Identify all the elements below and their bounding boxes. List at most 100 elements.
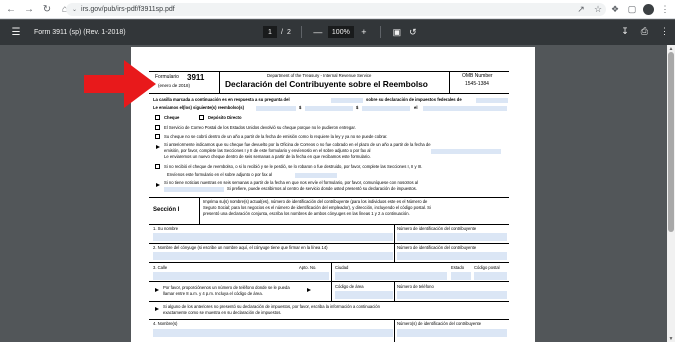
area-code-label: Código de área [335, 284, 364, 289]
phone-number-field[interactable] [397, 291, 507, 299]
share-icon[interactable]: ↗ [575, 2, 587, 16]
direct-deposit-checkbox[interactable] [199, 115, 204, 120]
zoom-input[interactable]: 100% [327, 26, 354, 38]
back-arrow-icon[interactable]: ← [4, 2, 18, 16]
date-field-2[interactable] [423, 106, 507, 111]
arrow-marker [156, 183, 160, 187]
id-field-4[interactable] [397, 329, 507, 337]
form-number: 3911 [187, 73, 205, 82]
star-icon[interactable]: ☆ [592, 2, 604, 16]
scroll-up-icon[interactable]: ▲ [668, 46, 674, 52]
profile-avatar[interactable] [643, 3, 654, 15]
browser-toolbar: ← → ↻ ⌂ ⌄ irs.gov/pub/irs-pdf/f3911sp.pd… [0, 0, 675, 19]
pdf-toolbar: ☰ Form 3911 (sp) (Rev. 1-2018) 1 / 2 — 1… [0, 20, 675, 45]
fax-field-2[interactable] [295, 173, 337, 178]
rule [394, 319, 395, 342]
phone-text-b: llamar entre 8 a.m. y 4 p.m. Incluya el … [163, 291, 263, 296]
dollar-sign: $ [299, 105, 302, 110]
spouse-name-field[interactable] [153, 252, 393, 260]
street-label: 3. Calle [153, 265, 168, 270]
names-field[interactable] [153, 329, 393, 337]
scroll-down-icon[interactable]: ▼ [668, 336, 674, 342]
rule [149, 243, 509, 244]
menu-icon[interactable]: ☰ [6, 23, 26, 43]
field-2-id-label: Número de identificación del contribuyen… [397, 245, 477, 250]
rule [149, 281, 509, 282]
refund-field-1[interactable] [256, 106, 296, 111]
arrow-marker [307, 288, 311, 292]
id-field-1[interactable] [397, 233, 507, 241]
omb-number: 1545-1384 [465, 81, 489, 87]
phone-field-1[interactable] [164, 187, 224, 192]
option-1-text: El Servicio de Correo Postal de los Esta… [164, 125, 356, 130]
zip-field[interactable] [474, 272, 507, 280]
sidebar-icon[interactable]: ▢ [626, 2, 638, 16]
arrow-marker [155, 288, 159, 292]
fax-field-1[interactable] [431, 149, 501, 154]
more-options-icon[interactable]: ⋮ [660, 26, 669, 37]
street-field[interactable] [153, 272, 329, 280]
cheque-label: Cheque [164, 115, 180, 120]
field-2-label: 2. Nombre del cónyuge (si escribe un nom… [153, 245, 328, 250]
name-field[interactable] [153, 233, 393, 241]
form-label: Formulario [155, 74, 179, 80]
form-title: Declaración del Contribuyente sobre el R… [225, 79, 428, 89]
option-4-text-a: Si no recibió el cheque de reembolso, o … [164, 164, 423, 169]
rule [149, 197, 509, 199]
cheque-checkbox[interactable] [155, 115, 160, 120]
date-field[interactable] [331, 98, 363, 103]
red-arrow-icon [84, 60, 156, 108]
option-4-checkbox[interactable] [155, 164, 160, 169]
state-label: Estado [451, 265, 465, 270]
refund-line: Le enviamos el(los) siguiente(s) reembol… [153, 105, 244, 110]
forward-arrow-icon[interactable]: → [22, 2, 36, 16]
rule [149, 224, 509, 225]
zoom-out-button[interactable]: — [312, 27, 324, 37]
address-bar[interactable]: ⌄ irs.gov/pub/irs-pdf/f3911sp.pdf [66, 3, 606, 16]
current-page-input[interactable]: 1 [263, 26, 277, 38]
option-2-checkbox[interactable] [155, 134, 160, 139]
rotate-icon[interactable]: ↺ [407, 27, 419, 38]
state-field[interactable] [451, 272, 471, 280]
option-1-checkbox[interactable] [155, 125, 160, 130]
page-navigator: 1 / 2 — 100% + ▣ ↺ [263, 26, 419, 38]
zoom-in-button[interactable]: + [358, 27, 370, 37]
id-field-2[interactable] [397, 252, 507, 260]
rule [149, 301, 509, 302]
omb-label: OMB Number [462, 73, 493, 79]
city-label: Ciudad [335, 265, 349, 270]
url-text: irs.gov/pub/irs-pdf/f3911sp.pdf [81, 6, 175, 13]
section-1-title: Sección I [153, 207, 180, 213]
rule [219, 71, 220, 93]
pdf-page: Formulario 3911 (enero de 2018) Departme… [131, 47, 535, 342]
area-code-field[interactable] [335, 291, 393, 299]
representative-text-b: exactamente como se muestra en su declar… [163, 310, 282, 315]
arrow-marker [155, 307, 159, 311]
option-3-text-c: Le enviaremos un nuevo cheque dentro de … [164, 154, 371, 159]
more-menu-icon[interactable]: ⋮ [659, 2, 671, 16]
phone-number-label: Número de teléfono [397, 284, 434, 289]
city-field[interactable] [335, 272, 447, 280]
form-date: (enero de 2018) [158, 83, 191, 88]
field-1-id-label: Número de identificación del contribuyen… [397, 226, 477, 231]
amount-field-2[interactable] [362, 106, 410, 111]
rule [449, 71, 450, 93]
year-field[interactable] [476, 98, 508, 103]
amount-field-1[interactable] [305, 106, 353, 111]
scrollbar-thumb[interactable] [668, 52, 674, 232]
extension-puzzle-icon[interactable]: ❖ [609, 2, 621, 16]
option-2-text: Su cheque no se cobró dentro de un año a… [164, 134, 388, 139]
document-title: Form 3911 (sp) (Rev. 1-2018) [34, 29, 126, 36]
direct-deposit-label: Depósito Directo [208, 115, 242, 120]
field-4-id-label: Número(s) de identificación del contribu… [397, 321, 482, 326]
dropdown-icon[interactable]: ⌄ [72, 6, 77, 13]
divider [300, 26, 302, 38]
reload-icon[interactable]: ↻ [40, 2, 54, 16]
field-4-label: 4. Nombre(s) [153, 321, 178, 326]
print-icon[interactable]: ⎙ [641, 26, 648, 37]
option-4-text-b: Envíenos este formulario en el sobre adj… [167, 172, 272, 177]
rule [149, 262, 509, 263]
total-pages: 2 [286, 28, 291, 36]
download-icon[interactable]: ↧ [621, 26, 629, 37]
fit-page-icon[interactable]: ▣ [391, 27, 403, 38]
